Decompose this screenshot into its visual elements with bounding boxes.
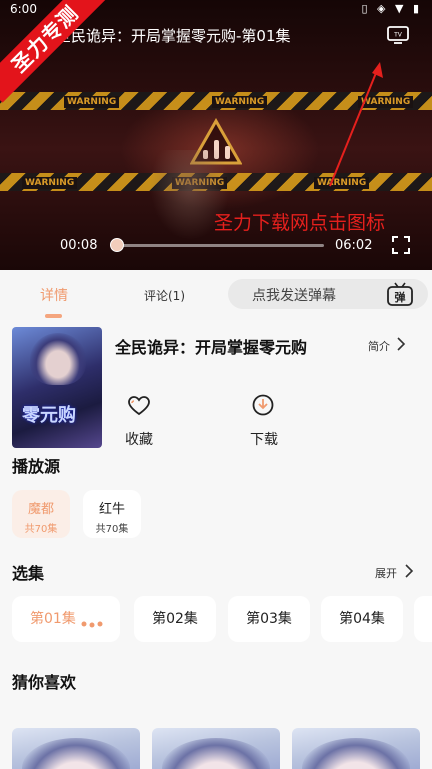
source-count: 共70集 bbox=[24, 524, 58, 535]
danmu-input[interactable]: 点我发送弹幕 弹 bbox=[228, 279, 428, 309]
time-total: 06:02 bbox=[335, 238, 373, 253]
detail-content: 零元购 全民诡异：开局掌握零元购 简介 收藏 下载 播放源 魔都 共70集 红牛… bbox=[0, 320, 432, 769]
episode-label: 第03集 bbox=[246, 611, 292, 627]
source-name: 红牛 bbox=[98, 502, 125, 517]
episode-item-more[interactable] bbox=[414, 596, 432, 642]
chevron-right-icon[interactable] bbox=[404, 564, 414, 578]
warning-label: WARNING bbox=[212, 96, 268, 108]
episode-label: 第04集 bbox=[339, 611, 385, 627]
download-icon[interactable] bbox=[252, 394, 274, 416]
promo-text: 圣力下载网点击图标 bbox=[214, 212, 386, 234]
episode-label: 第01集 bbox=[30, 611, 76, 627]
recommend-item[interactable] bbox=[12, 728, 140, 769]
tv-cast-icon[interactable]: TV bbox=[386, 25, 410, 45]
status-time: 6:00 bbox=[10, 2, 37, 16]
episode-label: 第02集 bbox=[152, 611, 198, 627]
source-heading: 播放源 bbox=[12, 457, 61, 476]
progress-track[interactable] bbox=[112, 244, 324, 247]
danmu-placeholder: 点我发送弹幕 bbox=[252, 288, 336, 304]
video-title: 全民诡异：开局掌握零元购-第01集 bbox=[56, 27, 291, 45]
favorite-button[interactable]: 收藏 bbox=[125, 429, 153, 449]
recommend-thumbnail bbox=[22, 738, 130, 769]
recommend-item[interactable] bbox=[292, 728, 420, 769]
recommend-item[interactable] bbox=[152, 728, 280, 769]
chevron-right-icon[interactable] bbox=[396, 337, 406, 351]
recommend-heading: 猜你喜欢 bbox=[12, 673, 77, 692]
status-icons: ▯ ◈ ▼ ▮ bbox=[361, 2, 422, 15]
warning-label: WARNING bbox=[64, 96, 120, 108]
source-item-hongniu[interactable]: 红牛 共70集 bbox=[83, 490, 141, 538]
fullscreen-icon[interactable] bbox=[392, 236, 410, 254]
cover-title-text: 零元购 bbox=[22, 405, 76, 426]
source-name: 魔都 bbox=[27, 502, 54, 517]
show-cover[interactable]: 零元购 bbox=[12, 327, 102, 448]
episode-item-02[interactable]: 第02集 bbox=[134, 596, 216, 642]
time-current: 00:08 bbox=[60, 238, 98, 253]
danmu-toggle-icon[interactable]: 弹 bbox=[386, 281, 414, 307]
recommend-thumbnail bbox=[302, 738, 410, 769]
expand-link[interactable]: 展开 bbox=[375, 565, 397, 581]
intro-link[interactable]: 简介 bbox=[368, 338, 390, 354]
tab-bar: 详情 评论(1) 点我发送弹幕 弹 bbox=[0, 270, 432, 320]
video-player[interactable]: WARNING WARNING WARNING WARNING WARNING … bbox=[0, 0, 432, 270]
show-title: 全民诡异：开局掌握零元购 bbox=[115, 338, 308, 357]
svg-text:弹: 弹 bbox=[395, 290, 406, 304]
playing-indicator-icon bbox=[81, 621, 103, 628]
tab-detail[interactable]: 详情 bbox=[40, 285, 68, 305]
episode-item-01[interactable]: 第01集 bbox=[12, 596, 120, 642]
download-button[interactable]: 下载 bbox=[250, 429, 278, 449]
warning-label: WARNING bbox=[22, 177, 78, 189]
svg-text:TV: TV bbox=[393, 32, 403, 39]
source-item-modu[interactable]: 魔都 共70集 bbox=[12, 490, 70, 538]
episode-item-04[interactable]: 第04集 bbox=[321, 596, 403, 642]
episode-item-03[interactable]: 第03集 bbox=[228, 596, 310, 642]
annotation-arrow-icon bbox=[329, 62, 383, 187]
source-count: 共70集 bbox=[95, 524, 129, 535]
tab-comments[interactable]: 评论(1) bbox=[144, 287, 185, 304]
tab-indicator bbox=[45, 314, 62, 318]
cover-art bbox=[30, 333, 86, 385]
episode-heading: 选集 bbox=[12, 564, 45, 583]
progress-thumb[interactable] bbox=[109, 238, 124, 252]
recommend-thumbnail bbox=[162, 738, 270, 769]
app-screen: WARNING WARNING WARNING WARNING WARNING … bbox=[0, 0, 432, 769]
heart-icon[interactable] bbox=[128, 396, 150, 416]
